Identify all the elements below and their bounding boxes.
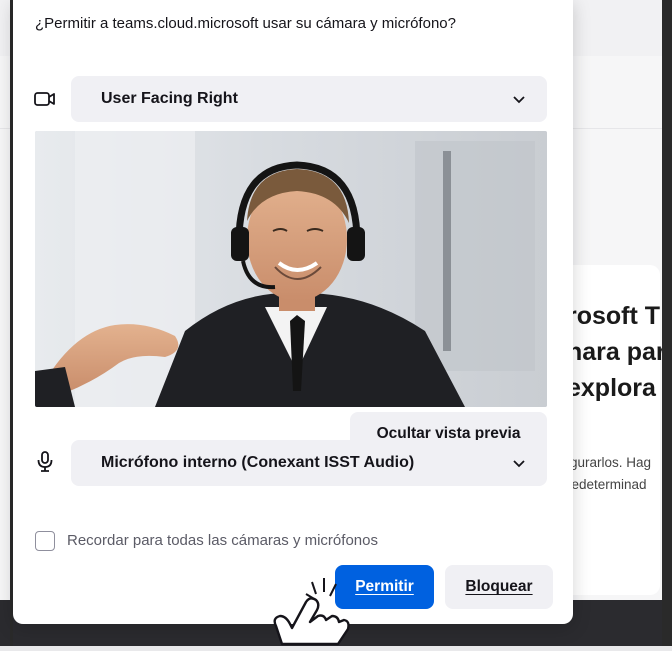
remember-label[interactable]: Recordar para todas las cámaras y micróf… bbox=[67, 532, 378, 549]
popup-title: ¿Permitir a teams.cloud.microsoft usar s… bbox=[35, 15, 456, 32]
camera-select[interactable]: User Facing Right bbox=[71, 76, 547, 122]
camera-preview-image bbox=[35, 131, 547, 407]
block-button[interactable]: Bloquear bbox=[445, 565, 553, 609]
pointer-hand-icon bbox=[262, 574, 358, 646]
body-line: redeterminad bbox=[567, 477, 647, 492]
camera-preview bbox=[35, 131, 547, 407]
chevron-down-icon bbox=[507, 451, 531, 475]
window-edge-right bbox=[662, 0, 672, 646]
permission-popup: ¿Permitir a teams.cloud.microsoft usar s… bbox=[13, 0, 573, 624]
heading-line: rosoft T bbox=[567, 302, 661, 330]
microphone-select[interactable]: Micrófono interno (Conexant ISST Audio) bbox=[71, 440, 547, 486]
heading-line: nara par bbox=[567, 338, 666, 366]
teams-welcome-heading: rosoft T nara par explora bbox=[567, 298, 672, 406]
allow-button-label: Permitir bbox=[355, 578, 414, 595]
teams-welcome-body: igurarlos. Hag redeterminad bbox=[567, 452, 651, 496]
body-line: igurarlos. Hag bbox=[567, 455, 652, 470]
heading-line: explora bbox=[567, 374, 656, 402]
chevron-down-icon bbox=[507, 87, 531, 111]
camera-icon bbox=[33, 87, 57, 111]
microphone-icon bbox=[33, 450, 57, 474]
microphone-select-value: Micrófono interno (Conexant ISST Audio) bbox=[101, 454, 415, 471]
block-button-label: Bloquear bbox=[465, 578, 533, 595]
remember-checkbox[interactable] bbox=[35, 531, 55, 551]
camera-select-value: User Facing Right bbox=[101, 90, 238, 107]
